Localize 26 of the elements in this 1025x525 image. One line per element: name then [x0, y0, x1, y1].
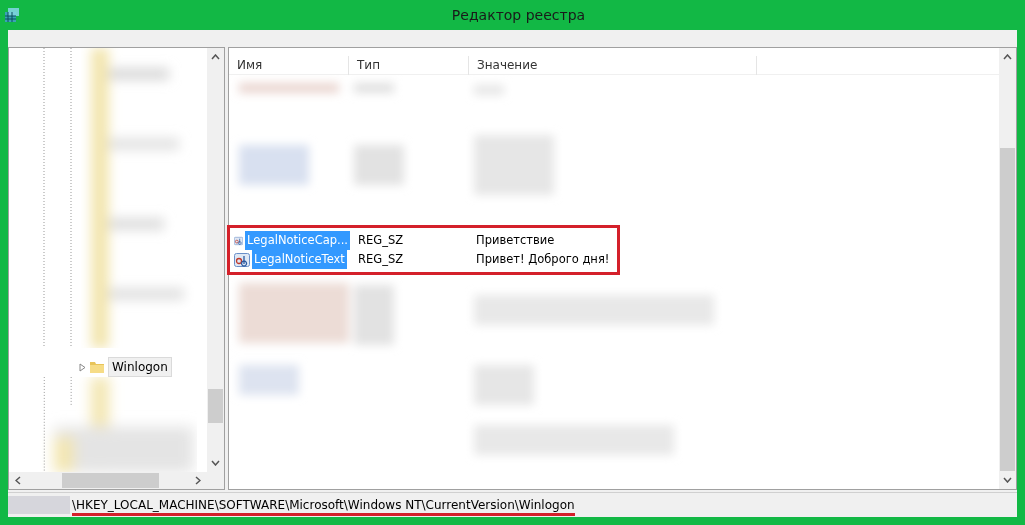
column-header[interactable]: Значение	[469, 55, 757, 75]
column-header[interactable]: Тип	[349, 55, 469, 75]
registry-app-icon	[4, 7, 20, 23]
window-title: Редактор реестра	[450, 5, 587, 25]
tree-node[interactable]: Winlogon	[108, 357, 172, 378]
scroll-down-icon[interactable]	[211, 460, 220, 467]
vertical-scrollbar[interactable]	[207, 48, 224, 473]
value-type: REG_SZ	[357, 231, 405, 249]
horizontal-scrollbar[interactable]	[9, 472, 224, 489]
expand-icon[interactable]	[79, 362, 86, 372]
column-header[interactable]: Имя	[229, 55, 349, 75]
scroll-down-icon[interactable]	[1003, 477, 1012, 483]
scroll-up-icon[interactable]	[211, 54, 220, 60]
folder-icon	[89, 360, 105, 375]
value-data: Приветствие	[475, 231, 555, 249]
scroll-left-icon[interactable]	[15, 476, 21, 486]
scrollbar-thumb[interactable]	[62, 473, 159, 489]
scrollbar-thumb[interactable]	[1000, 148, 1015, 471]
value-data: Привет! Доброго дня!	[475, 250, 610, 268]
string-value-icon	[234, 252, 250, 267]
scrollbar-thumb[interactable]	[208, 389, 223, 424]
scroll-up-icon[interactable]	[1003, 54, 1012, 60]
registry-path: \HKEY_LOCAL_MACHINE\SOFTWARE\Microsoft\Windows NT\CurrentVersion\Winlogon	[72, 494, 575, 516]
value-type: REG_SZ	[357, 250, 405, 268]
scroll-right-icon[interactable]	[195, 476, 201, 486]
vertical-scrollbar[interactable]	[999, 48, 1016, 489]
